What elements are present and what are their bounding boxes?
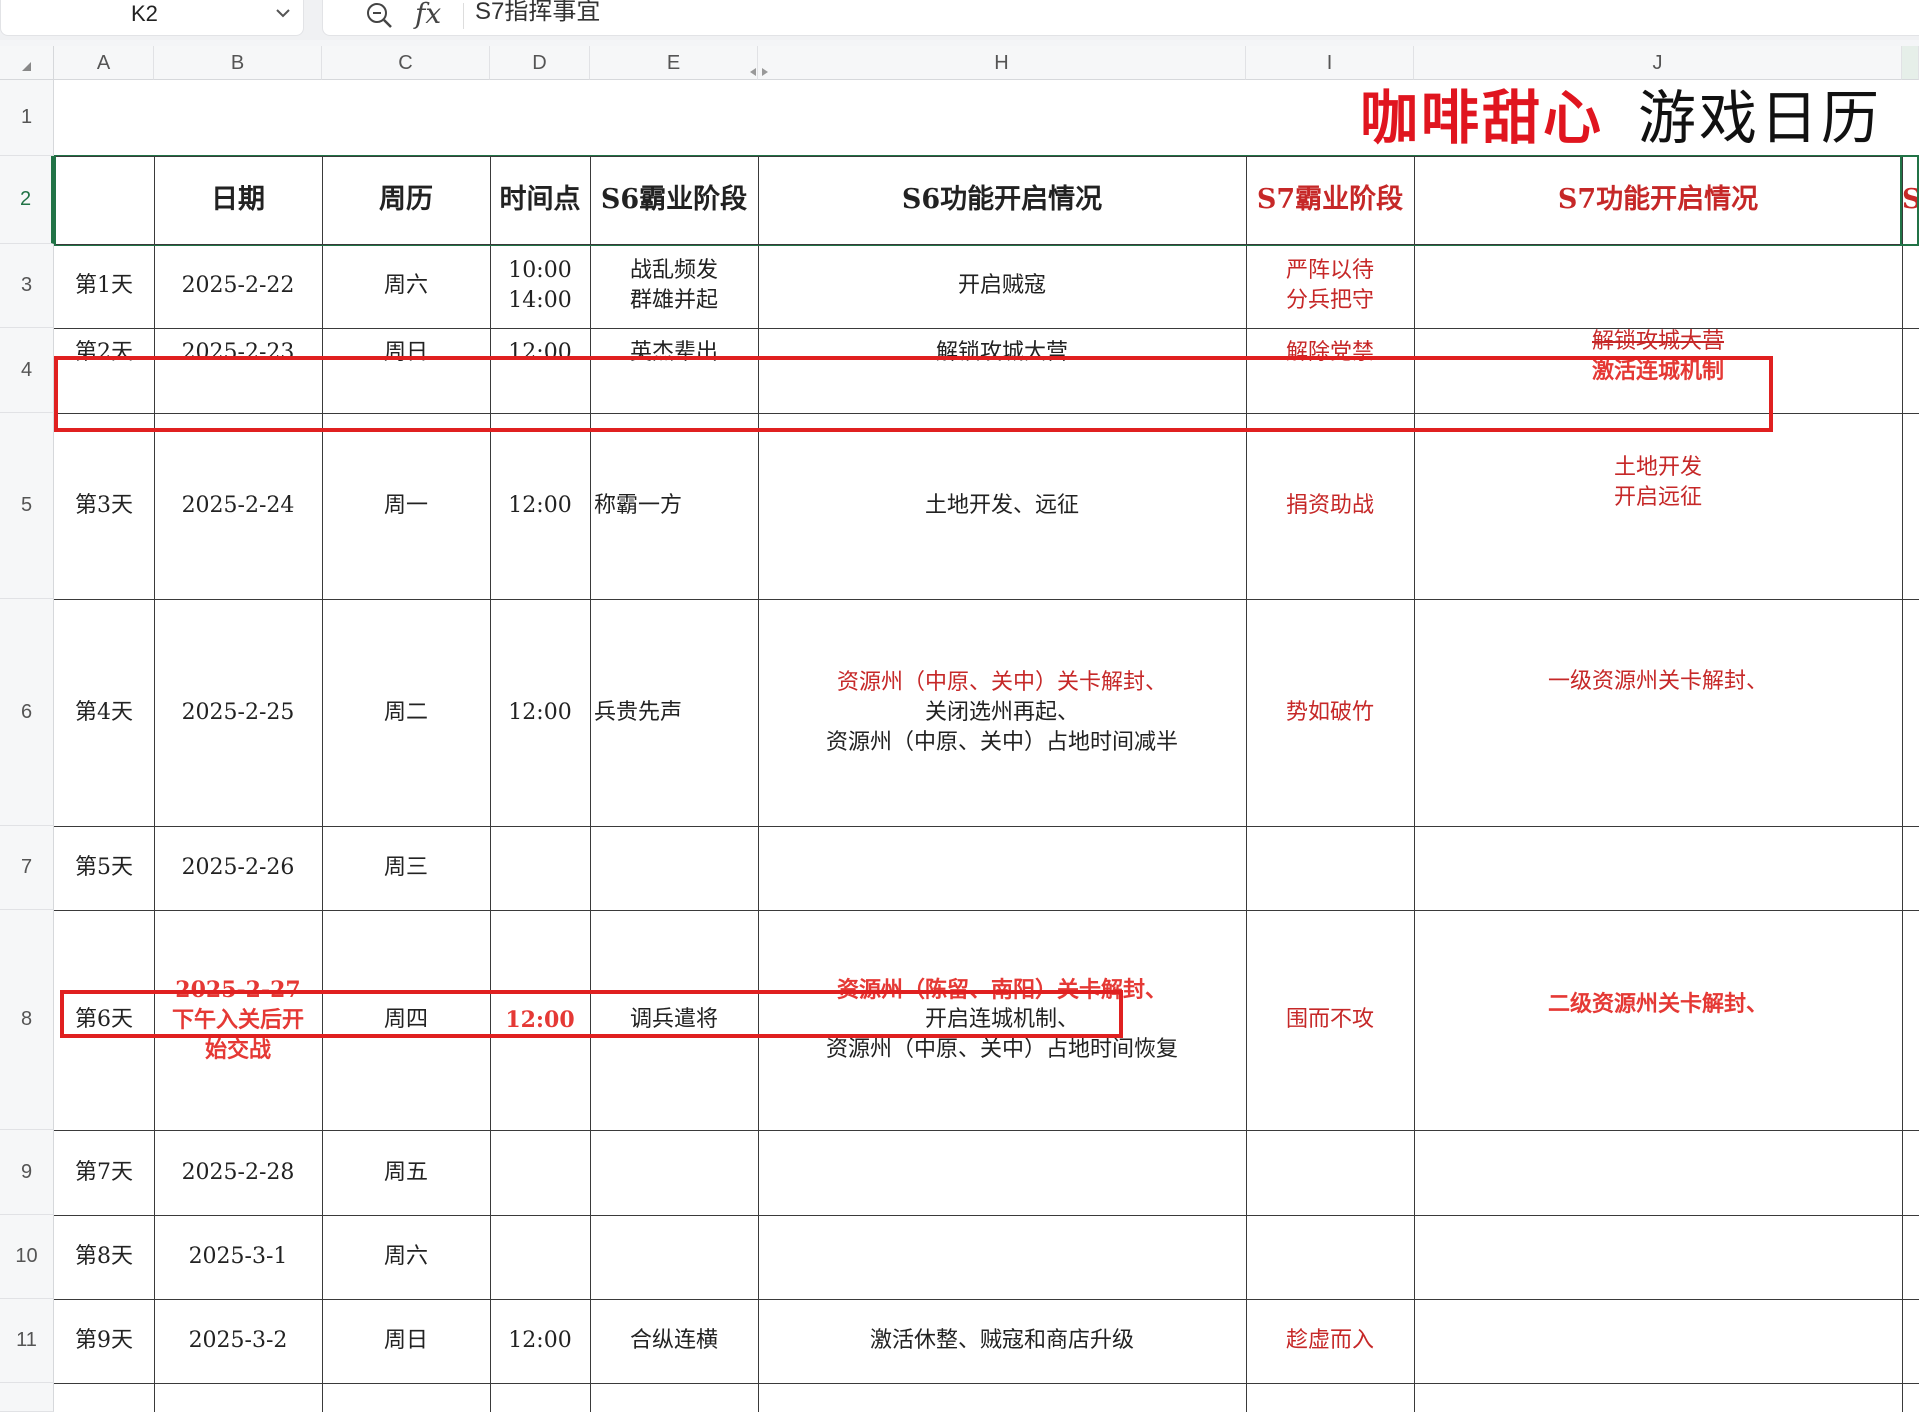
row-header-9[interactable]: 9 <box>0 1130 54 1215</box>
day-cell[interactable]: 第5天 <box>54 826 154 910</box>
row-header-8[interactable]: 8 <box>0 910 54 1130</box>
day-cell[interactable]: 第9天 <box>54 1299 154 1383</box>
s6-features-cell[interactable]: 资源州（中原、关中）关卡解封、 关闭选州再起、 资源州（中原、关中）占地时间减半 <box>758 599 1246 826</box>
day-cell[interactable]: 第8天 <box>54 1215 154 1299</box>
select-all-icon <box>22 62 31 71</box>
weekday-cell[interactable]: 周日 <box>322 1299 490 1383</box>
s7-stage-cell[interactable]: 势如破竹 <box>1246 599 1414 826</box>
s6-feature-line: 资源州（中原、关中）关卡解封、 <box>836 669 1167 695</box>
s7-stage-cell[interactable]: 严阵以待 分兵把守 <box>1246 244 1414 328</box>
date-cell[interactable]: 2025-2-26 <box>154 826 322 910</box>
column-header-k[interactable] <box>1902 46 1919 80</box>
s6-stage-cell[interactable]: 称霸一方 <box>590 413 762 599</box>
formula-bar[interactable]: fx S7指挥事宜 <box>322 0 1919 36</box>
time-cell[interactable]: 12:00 <box>490 599 590 826</box>
row-header-6[interactable]: 6 <box>0 599 54 826</box>
hidden-columns-icon[interactable] <box>748 66 770 78</box>
annotation-box-row8 <box>60 990 1123 1038</box>
row-header-5[interactable]: 5 <box>0 413 54 599</box>
row-header-11[interactable]: 11 <box>0 1299 54 1383</box>
column-header-h[interactable]: H <box>758 46 1246 80</box>
date-cell[interactable]: 2025-3-2 <box>154 1299 322 1383</box>
weekday-cell[interactable]: 周五 <box>322 1130 490 1215</box>
column-header-e[interactable]: E <box>590 46 758 80</box>
time-cell[interactable]: 12:00 <box>490 1299 590 1383</box>
column-header-j[interactable]: J <box>1414 46 1902 80</box>
column-header-a[interactable]: A <box>54 46 154 80</box>
s7-stage-cell[interactable]: 趁虚而入 <box>1246 1299 1414 1383</box>
date-cell[interactable]: 2025-2-24 <box>154 413 322 599</box>
formula-separator <box>463 3 464 29</box>
date-cell[interactable]: 2025-2-28 <box>154 1130 322 1215</box>
row-header-12[interactable] <box>0 1383 54 1412</box>
row-header-2[interactable]: 2 <box>0 156 54 244</box>
s7-stage-cell[interactable]: 捐资助战 <box>1246 413 1414 599</box>
time-cell[interactable]: 10:00 14:00 <box>490 244 590 328</box>
s7-stage-cell[interactable]: 围而不攻 <box>1246 910 1414 1130</box>
formula-content[interactable]: S7指挥事宜 <box>475 0 600 29</box>
date-cell[interactable]: 2025-2-22 <box>154 244 322 328</box>
name-box[interactable]: K2 <box>0 0 304 36</box>
row-header-1[interactable]: 1 <box>0 80 54 156</box>
weekday-cell[interactable]: 周六 <box>322 1215 490 1299</box>
title-calendar: 游戏日历 <box>1637 84 1882 152</box>
select-all-corner[interactable] <box>0 46 54 80</box>
day-cell[interactable]: 第4天 <box>54 599 154 826</box>
weekday-cell[interactable]: 周六 <box>322 244 490 328</box>
spreadsheet-grid[interactable]: 咖啡甜心 游戏日历 日期 周历 时间点 S6霸业阶段 S6功能开启情况 S7霸业… <box>54 80 1919 1412</box>
s6-features-cell[interactable]: 开启贼寇 <box>758 244 1246 328</box>
s7-feature-struck: 解锁攻城大营 <box>1591 329 1724 354</box>
row-header-10[interactable]: 10 <box>0 1215 54 1299</box>
s6-stage-cell[interactable]: 合纵连横 <box>590 1299 758 1383</box>
s6-stage-cell[interactable]: 战乱频发 群雄并起 <box>590 244 758 328</box>
row-header-3[interactable]: 3 <box>0 244 54 328</box>
s7-features-cell[interactable]: 一级资源州关卡解封、 <box>1414 599 1902 826</box>
annotation-box-row4 <box>54 356 1773 432</box>
toolbar: K2 fx S7指挥事宜 <box>0 0 1919 40</box>
date-cell[interactable]: 2025-3-1 <box>154 1215 322 1299</box>
weekday-cell[interactable]: 周二 <box>322 599 490 826</box>
zoom-out-icon[interactable] <box>363 0 395 31</box>
column-header-i[interactable]: I <box>1246 46 1414 80</box>
column-header-b[interactable]: B <box>154 46 322 80</box>
fx-icon[interactable]: fx <box>415 0 441 33</box>
date-cell[interactable]: 2025-2-25 <box>154 599 322 826</box>
day-cell[interactable]: 第3天 <box>54 413 154 599</box>
sheet-title: 咖啡甜心 游戏日历 <box>1354 80 1902 156</box>
name-box-value: K2 <box>131 1 158 26</box>
s6-stage-cell[interactable]: 兵贵先声 <box>590 599 762 826</box>
s7-features-cell[interactable]: 土地开发 开启远征 <box>1414 413 1902 599</box>
day-cell[interactable]: 第1天 <box>54 244 154 328</box>
row-header-7[interactable]: 7 <box>0 826 54 910</box>
column-header-d[interactable]: D <box>490 46 590 80</box>
weekday-cell[interactable]: 周一 <box>322 413 490 599</box>
weekday-cell[interactable]: 周三 <box>322 826 490 910</box>
row-header-4[interactable]: 4 <box>0 328 54 413</box>
s7-features-cell[interactable]: 二级资源州关卡解封、 <box>1414 910 1902 1130</box>
row-2-highlight <box>54 155 1919 246</box>
time-cell[interactable]: 12:00 <box>490 413 590 599</box>
day-cell[interactable]: 第7天 <box>54 1130 154 1215</box>
chevron-down-icon[interactable] <box>273 3 293 23</box>
s6-feature-line: 关闭选州再起、 资源州（中原、关中）占地时间减半 <box>825 699 1178 755</box>
title-brand: 咖啡甜心 <box>1359 84 1604 152</box>
s6-features-cell[interactable]: 土地开发、远征 <box>758 413 1246 599</box>
column-header-c[interactable]: C <box>322 46 490 80</box>
s6-features-cell[interactable]: 激活休整、贼寇和商店升级 <box>758 1299 1246 1383</box>
